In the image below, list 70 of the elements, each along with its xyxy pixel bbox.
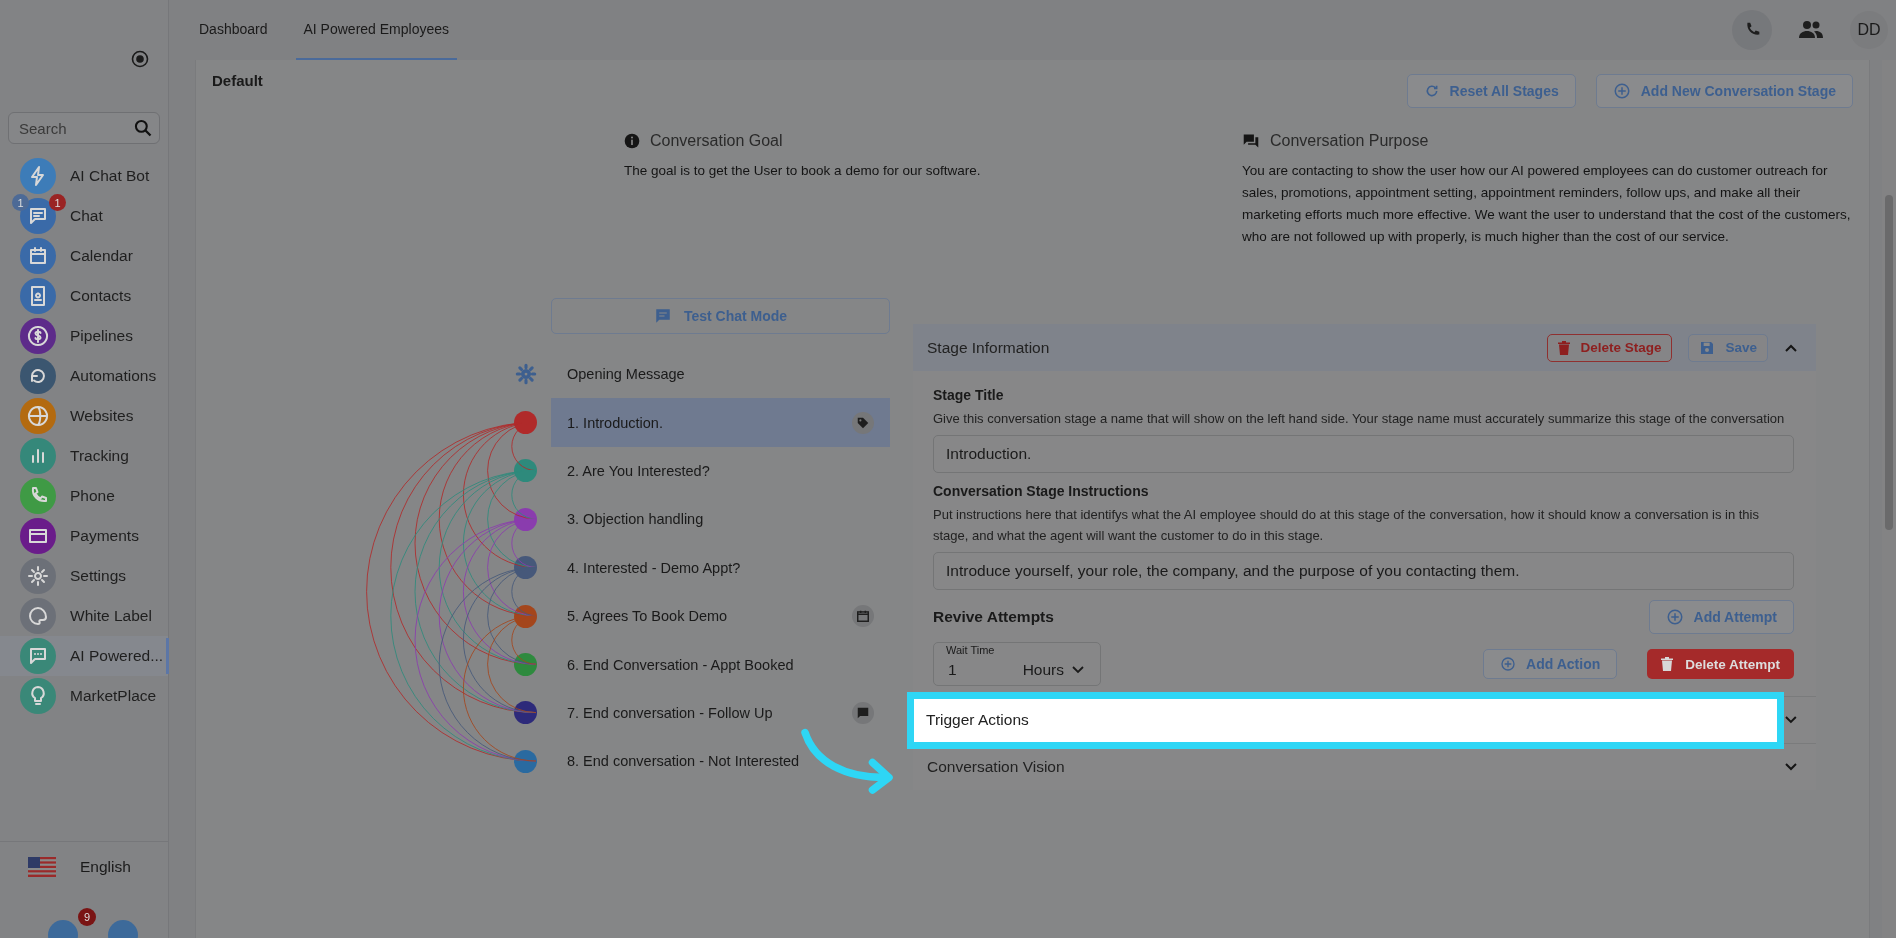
stage-item[interactable]: 4. Interested - Demo Appt? xyxy=(551,543,890,592)
calendar-icon[interactable] xyxy=(852,605,874,628)
chevron-icon[interactable] xyxy=(1784,342,1798,353)
chat-icon xyxy=(1242,133,1260,149)
trash-icon xyxy=(1558,340,1571,355)
section-label: Revive Attempts xyxy=(933,608,1054,626)
stage-item[interactable]: 1. Introduction. xyxy=(551,398,890,447)
field-label: Conversation Stage Instructions xyxy=(933,483,1150,499)
delete-stage-button[interactable]: Delete Stage xyxy=(1547,333,1673,362)
stage-item[interactable]: 5. Agrees To Book Demo xyxy=(551,591,890,641)
field-help-text: Put instructions here that identifys what the AI employee should do at this stage of the conversation, how it should know a conversation is in this stage, and what the agent will want the customer to do in this stage. xyxy=(933,506,1760,545)
nav-item[interactable]: White Label xyxy=(0,596,168,636)
count-badge: 1 xyxy=(12,194,29,211)
plus-circle-icon xyxy=(1665,608,1684,626)
info-icon xyxy=(624,133,640,149)
flag-icon xyxy=(28,857,56,877)
chat-icon xyxy=(653,307,672,325)
chevron-icon[interactable] xyxy=(1784,715,1798,725)
opening-message-item[interactable]: Opening Message xyxy=(551,350,890,399)
trash-icon xyxy=(1661,657,1674,671)
nav-item[interactable]: Payments xyxy=(0,516,168,556)
nav-item[interactable]: MarketPlace xyxy=(0,676,168,716)
nav-item[interactable]: Pipelines xyxy=(0,316,168,356)
nav-item[interactable]: Phone xyxy=(0,476,168,516)
stage-item[interactable]: 6. End Conversation - Appt Booked xyxy=(551,640,890,689)
phone-icon[interactable] xyxy=(1732,10,1772,50)
wait-time-field[interactable]: Wait Time 1 Hours xyxy=(933,642,1101,686)
notification-badge: 9 xyxy=(78,908,96,926)
scrollbar-thumb[interactable] xyxy=(1885,195,1893,530)
stage-item[interactable]: 8. End conversation - Not Interested xyxy=(551,737,890,786)
stage-item[interactable]: 3. Objection handling xyxy=(551,495,890,544)
chevron-icon[interactable] xyxy=(1784,762,1798,772)
purpose-text: You are contacting to show the user how our AI powered employees can do customer outreach for sales, promotions, appointment setting, appointment reminders, follow ups, and make all their marketing efforts much more effective. We want the user to understand that the cost of the customers, who are not followed up with properly, is much higher than the cost of our service. xyxy=(1242,162,1852,246)
section-header[interactable]: Conversation Vision xyxy=(913,758,1065,776)
nav-item[interactable]: AI Powered... xyxy=(0,636,168,676)
search-icon[interactable] xyxy=(133,118,153,138)
text-field[interactable]: Introduction. xyxy=(933,435,1794,473)
tag-icon[interactable] xyxy=(852,411,874,434)
radio-icon[interactable] xyxy=(131,50,149,68)
plus-circle-icon xyxy=(1612,82,1631,100)
nav-item[interactable]: Settings xyxy=(0,556,168,596)
nav-item[interactable]: 1 1 Chat xyxy=(0,196,168,236)
purpose-label: Conversation Purpose xyxy=(1270,132,1429,150)
goal-label: Conversation Goal xyxy=(650,132,783,150)
field-label: Stage Title xyxy=(933,387,1005,403)
user-avatar[interactable]: DD xyxy=(1850,11,1888,49)
section-header[interactable]: Trigger Actions xyxy=(907,691,1785,749)
nav-item[interactable]: Calendar xyxy=(0,236,168,276)
chevron-icon xyxy=(1072,666,1084,674)
text-field[interactable]: Introduce yourself, your role, the company, and the purpose of you contacting them. xyxy=(933,552,1794,590)
nav-item[interactable]: Contacts xyxy=(0,276,168,316)
message-icon[interactable] xyxy=(852,701,874,724)
floppy-icon xyxy=(1699,339,1716,356)
nav-item[interactable]: AI Chat Bot xyxy=(0,156,168,196)
nav-tab[interactable]: Dashboard xyxy=(191,0,276,60)
goal-text: The goal is to get the User to book a demo for our software. xyxy=(624,162,982,180)
field-help-text: Give this conversation stage a name that will show on the left hand side. Your stage name must accurately summarize this stage of the conversation xyxy=(933,410,1786,428)
stage-item[interactable]: 2. Are You Interested? xyxy=(551,446,890,496)
stage-item[interactable]: 7. End conversation - Follow Up xyxy=(551,688,890,738)
search-field[interactable]: Search xyxy=(8,112,160,144)
nav-item[interactable]: Automations xyxy=(0,356,168,396)
people-icon[interactable] xyxy=(1798,19,1824,41)
nav-item[interactable]: Websites xyxy=(0,396,168,436)
nav-item[interactable]: Tracking xyxy=(0,436,168,476)
delete-attempt-button[interactable]: Delete Attempt xyxy=(1647,649,1794,679)
language-label[interactable]: English xyxy=(80,858,131,876)
plus-circle-icon xyxy=(1500,656,1517,672)
count-badge: 1 xyxy=(49,194,66,211)
panel-title: Stage Information xyxy=(927,338,1050,357)
page-title: Default xyxy=(212,72,263,89)
